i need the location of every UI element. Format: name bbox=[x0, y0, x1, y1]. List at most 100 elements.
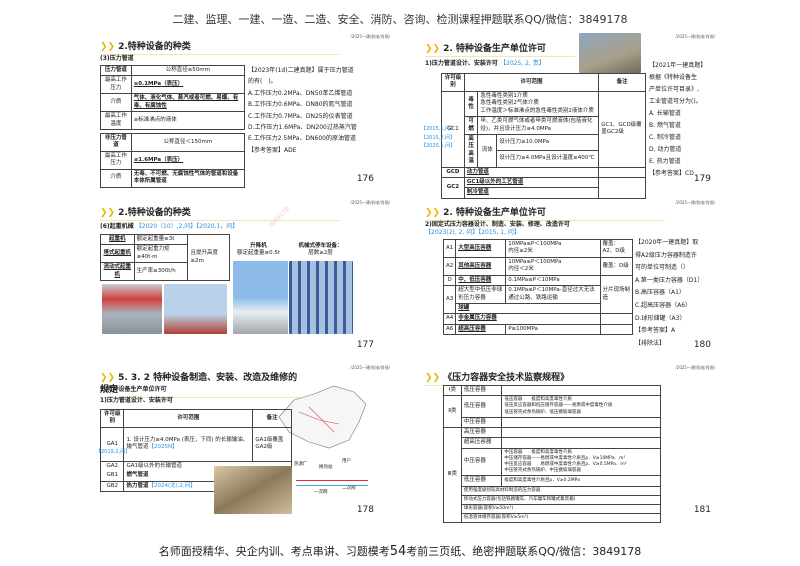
parking-photo bbox=[289, 261, 353, 334]
cell: 介质 bbox=[100, 168, 132, 188]
bridge-crane-photo bbox=[102, 284, 162, 334]
page-number: 176 bbox=[356, 173, 374, 184]
cell bbox=[598, 177, 646, 199]
page-header: 二建、监理、一建、一造、二造、安全、消防、咨询、检测课程押题联系QQ/微信：38… bbox=[172, 13, 628, 26]
slide-tag: /2025一建/机电/肖扬/ bbox=[675, 200, 715, 205]
cell: 覆盖：D级 bbox=[599, 256, 633, 276]
cell: 许可范围 bbox=[463, 73, 600, 92]
slide-title: ❯❯ 2. 特种设备生产单位许可 bbox=[425, 207, 665, 222]
cell: GB1 bbox=[99, 471, 125, 482]
page-number: 177 bbox=[356, 339, 374, 350]
cell: A1 bbox=[442, 239, 457, 258]
cell bbox=[599, 313, 633, 325]
q-line: 的有( )。 bbox=[248, 78, 277, 86]
subtitle: 1)压力管道设计、安装许可 bbox=[100, 397, 173, 404]
cell bbox=[598, 166, 646, 179]
cell: 低压容器 bbox=[460, 384, 503, 397]
cell bbox=[501, 427, 661, 439]
cell: Ⅱ类 bbox=[443, 395, 462, 429]
q-line: A.第一类压力容器（D1） bbox=[635, 276, 704, 284]
cell: 备注 bbox=[252, 409, 292, 428]
cell: 球罐 bbox=[455, 302, 601, 315]
footer-text: 考前三页纸、绝密押题联系QQ/微信：3849178 bbox=[406, 545, 642, 558]
cell: GC1级以外的工艺管道 bbox=[463, 177, 600, 189]
label: 二次网 bbox=[342, 486, 356, 491]
cell: 许可范围 bbox=[123, 409, 254, 428]
cell: 低压容器 极度和高度毒性介质 低压反应容器和低压储存容器——易燃或中度毒性介质 … bbox=[501, 395, 661, 418]
q-line: 【参考答案】ADE bbox=[248, 146, 297, 154]
q-line: E. 热力管道 bbox=[649, 158, 681, 165]
label: 用户 bbox=[342, 459, 351, 464]
cell: 制冷管道 bbox=[463, 187, 600, 199]
q-line: 工业管道可分为()。 bbox=[649, 98, 702, 105]
cell: 且提升高度≥2m bbox=[187, 233, 230, 282]
cell: 备注 bbox=[598, 73, 646, 92]
tag: 【2020,1,问】 bbox=[421, 143, 456, 149]
cell: 超高压容器 bbox=[460, 437, 503, 449]
slide-179: /2025一建/机电/肖扬/ ❯❯ 2. 特种设备生产单位许可 1)压力管道设计、… bbox=[421, 33, 721, 199]
cell: ≥标准沸点的液体 bbox=[130, 111, 246, 130]
cell: 公称直径＜150mm bbox=[130, 133, 246, 152]
cell: GC2 bbox=[441, 177, 465, 199]
slide-tag: /2025一建/机电/肖扬/ bbox=[350, 200, 390, 205]
subtitle: 2)固定式压力容器设计、制造、安装、修理、改造许可 bbox=[425, 221, 570, 228]
exam-tags: 【2023(2), 2, 问】【2015, 1, 问】 bbox=[425, 229, 520, 236]
cell: 0.1MPa≤P＜10MPa bbox=[505, 274, 601, 287]
exam-tag: 【2025N】 bbox=[148, 444, 178, 451]
slide-177: /2025一建/机电/肖扬/ ❯❯ 2.特种设备的种类 (6)起重机械 【2020… bbox=[96, 199, 396, 357]
cell: GB2 bbox=[99, 480, 125, 493]
cell: 生产率≥300t/h bbox=[133, 262, 189, 282]
tag: 【2015,1,问】 bbox=[421, 126, 456, 132]
gc-license-table: 许可级别 许可范围 备注 GC1 毒性 急性毒性类别1介质 急性毒性类别2气体介质 工作… bbox=[441, 73, 646, 199]
non-pressure-pipe-table: 非压力管道 公称直径＜150mm 最高工作压力 ≤1.6MPa（表压） 介质 无毒、不… bbox=[100, 133, 246, 188]
cell: 急性毒性类别1介质 急性毒性类别2气体介质 工作温度＞标准沸点的急性毒性类别2液… bbox=[477, 90, 600, 118]
page-footer: 名师面授精华、央企内训、考点串讲、习题模考54考前三页纸、绝密押题联系QQ/微信… bbox=[0, 543, 800, 559]
pipeline-photo bbox=[214, 466, 292, 514]
arrow-icon: ❯❯ bbox=[100, 373, 116, 383]
cell: 低温液体储存容器(容积V≥5m³) bbox=[460, 512, 662, 523]
cell: 最高工作压力 bbox=[100, 75, 132, 95]
cell: 极度和高度毒性介质且p．V≥0.2MPa bbox=[501, 475, 661, 487]
crane-table: 起重机 额定起重量≥3t 且提升高度≥2m 塔式起重机 额定起重力矩≥40t·m 流动… bbox=[100, 233, 230, 282]
cell: 中压容器 极度和高度毒性介质 中压储存容器——易燃或中度毒性介质且p．V≥10M… bbox=[501, 447, 661, 477]
q-line: 【参考答案】A bbox=[635, 327, 676, 335]
cell: 额定起重量≥3t bbox=[133, 233, 189, 246]
cell: 高压 高温 bbox=[463, 133, 479, 168]
cell: 可燃 bbox=[463, 116, 479, 135]
lift-photo bbox=[233, 261, 288, 334]
cell: 低压容器 bbox=[460, 395, 503, 418]
q-line: D.工作压力1.6MPa、DN200过热蒸汽管 bbox=[248, 123, 357, 131]
label: 一次网 bbox=[314, 490, 328, 495]
label: 额定起重量≥0.5t bbox=[236, 250, 280, 257]
q-line: C.超高压容器（A6） bbox=[635, 301, 692, 309]
cell: 低压容器 bbox=[460, 475, 503, 487]
q-line: D. 动力管道 bbox=[649, 146, 682, 153]
slide-tag: /2025一建/机电/肖扬/ bbox=[675, 365, 715, 370]
cell: 10MPa≤P＜100MPa 内径＜2米 bbox=[505, 256, 601, 276]
cell: 0.1MPa≤P＜10MPa-直径过大无法通过公路、铁路运输 bbox=[505, 285, 601, 304]
footer-text: 名师面授精华、央企内训、考点串讲、习题模考 bbox=[158, 545, 390, 558]
cell: 最高工作温度 bbox=[100, 111, 132, 130]
subtitle: 1)压力管道设计、安装许可 【2025, 2, 责】 bbox=[425, 60, 545, 67]
label: 层数≥2层 bbox=[308, 250, 333, 257]
cell: 压力管道 bbox=[100, 64, 132, 77]
cell: 中压容器 bbox=[460, 416, 503, 429]
cell: 气体、液化气体、蒸汽或者可燃、易爆、有毒、有腐蚀性 bbox=[130, 93, 246, 113]
q-line: E.工作压力2.5MPa、DN600的原油管道 bbox=[248, 135, 357, 143]
cell: 介质 bbox=[100, 93, 132, 113]
label: 热源厂 bbox=[294, 462, 308, 467]
cell: 超高压容器 bbox=[455, 323, 507, 336]
q-line: A.工作压力0.2MPa、DN50苯乙烯管道 bbox=[248, 89, 353, 97]
cell: 移动式压力容器(包括铁路罐车、汽车罐车和罐式集装箱) bbox=[460, 494, 662, 505]
subtitle: (6)起重机械 【2020（10）,2,问】【2020,1，问】 bbox=[100, 223, 239, 230]
cell: GC1、GCD级覆盖GC2级 bbox=[598, 90, 646, 168]
heating-network-diagram: 热源厂 换热站 用户 一次网 二次网 bbox=[294, 459, 374, 502]
cell: 其他高压容器 bbox=[455, 256, 507, 276]
cell: 非金属压力容器 bbox=[455, 313, 601, 325]
page-number: 178 bbox=[356, 504, 374, 515]
q-line: 根据《特种设备生 bbox=[649, 74, 698, 81]
q-line: B. 燃气管道 bbox=[649, 122, 681, 129]
cell: 额定起重力矩≥40t·m bbox=[133, 244, 189, 264]
cell: GA1级覆盖GA2级 bbox=[252, 426, 292, 462]
exam-tag: 【2019,2,问】 bbox=[96, 449, 131, 455]
